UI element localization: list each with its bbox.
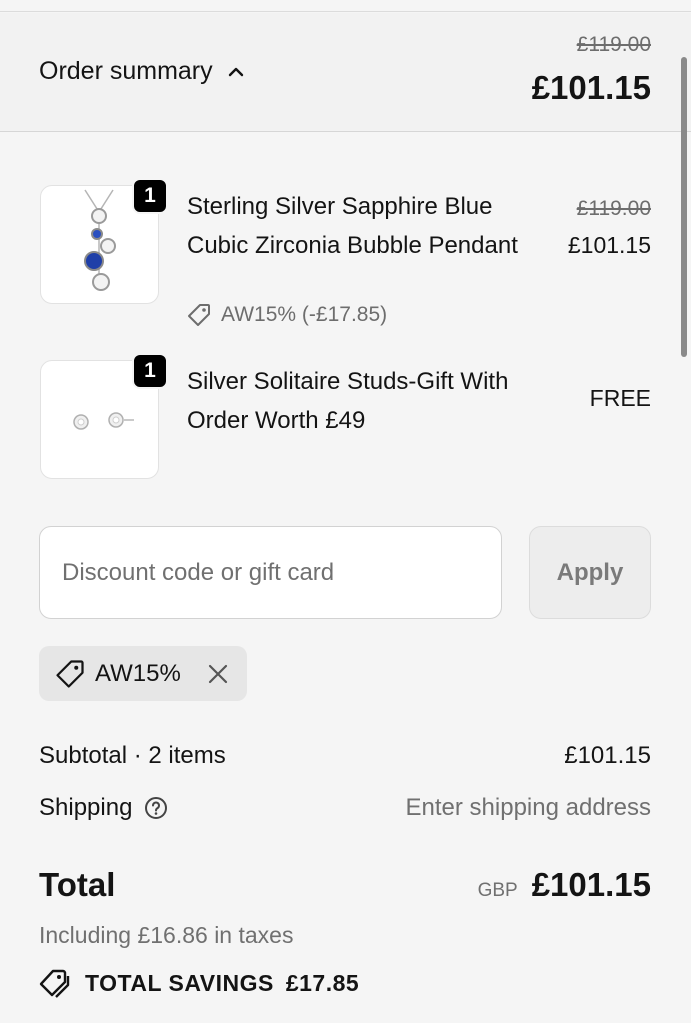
shipping-value: Enter shipping address xyxy=(405,794,651,821)
shipping-row: Shipping Enter shipping address xyxy=(39,794,651,822)
help-icon[interactable] xyxy=(144,796,168,820)
tax-note: Including £16.86 in taxes xyxy=(39,922,294,948)
subtotal-label: Subtotal · 2 items xyxy=(39,742,226,769)
order-summary-header[interactable]: Order summary £119.00 £101.15 xyxy=(0,13,691,132)
header-total: £101.15 xyxy=(531,69,651,106)
applied-code-chip: AW15% xyxy=(39,646,247,701)
applied-code-text: AW15% xyxy=(95,659,181,687)
header-original-total: £119.00 xyxy=(576,33,651,56)
savings-value: £17.85 xyxy=(285,969,360,996)
order-summary-label: Order summary xyxy=(39,57,213,85)
product-name: Silver Solitaire Studs-Gift With Order W… xyxy=(187,368,509,434)
total-amount-group: GBP £101.15 xyxy=(478,866,651,904)
chevron-up-icon xyxy=(228,67,243,76)
tag-icon xyxy=(56,659,84,688)
apply-button[interactable]: Apply xyxy=(529,526,651,619)
line-item: 1 Silver Solitaire Studs-Gift With Order… xyxy=(40,353,651,480)
product-image-studs: 1 xyxy=(40,353,168,479)
savings-label: TOTAL SAVINGS xyxy=(85,969,274,996)
product-discount: AW15% (-£17.85) xyxy=(187,303,387,327)
subtotal-row: Subtotal · 2 items £101.15 xyxy=(39,742,651,770)
subtotal-value: £101.15 xyxy=(564,742,651,769)
product-price: £101.15 xyxy=(567,232,651,258)
total-savings: TOTAL SAVINGS £17.85 xyxy=(39,968,359,998)
total-row: Total GBP £101.15 xyxy=(39,866,651,904)
remove-code-icon[interactable] xyxy=(207,663,229,685)
total-amount: £101.15 xyxy=(531,866,651,903)
product-original-price: £119.00 xyxy=(576,197,651,220)
shipping-label-group: Shipping xyxy=(39,794,168,822)
product-image-pendant: 1 xyxy=(40,178,168,304)
quantity-badge: 1 xyxy=(132,178,168,214)
total-label: Total xyxy=(39,866,116,903)
discount-code-input[interactable] xyxy=(39,526,502,619)
product-name: Sterling Silver Sapphire Blue Cubic Zirc… xyxy=(187,193,518,259)
tag-icon xyxy=(188,304,210,326)
shipping-label: Shipping xyxy=(39,794,133,821)
scrollbar[interactable] xyxy=(681,57,687,357)
order-summary-toggle[interactable]: Order summary xyxy=(39,57,245,86)
quantity-badge: 1 xyxy=(132,353,168,389)
line-item: 1 Sterling Silver Sapphire Blue Cubic Zi… xyxy=(40,178,651,335)
product-price-block: £119.00 £101.15 xyxy=(568,191,651,263)
currency-code: GBP xyxy=(477,880,518,901)
product-discount-text: AW15% (-£17.85) xyxy=(221,303,388,326)
header-prices: £119.00 £101.15 xyxy=(532,33,651,107)
savings-tag-icon xyxy=(39,969,70,998)
top-divider xyxy=(0,0,691,12)
product-price: FREE xyxy=(589,385,651,411)
